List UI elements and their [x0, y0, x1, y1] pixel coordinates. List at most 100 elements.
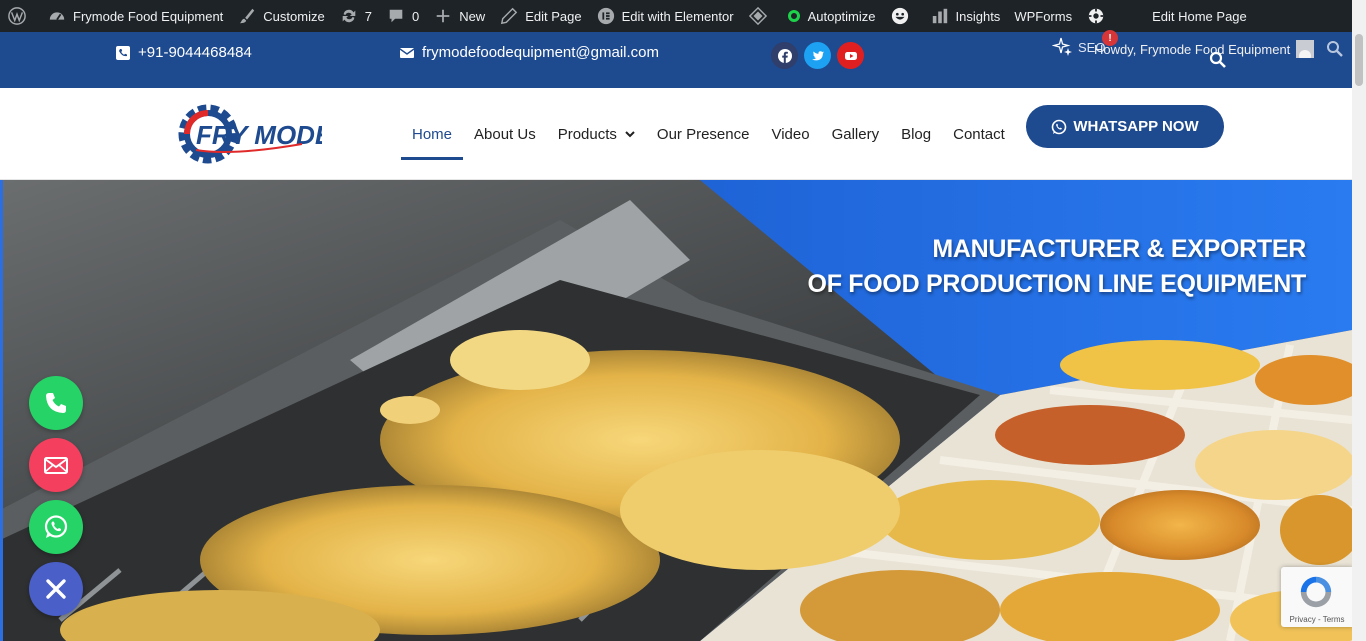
autoptimize-menu[interactable]: Autoptimize	[781, 0, 883, 32]
insights-menu[interactable]: Insights	[923, 0, 1008, 32]
hero-banner: MANUFACTURER & EXPORTER OF FOOD PRODUCTI…	[0, 180, 1352, 641]
contact-strip: +91-9044468484 frymodefoodequipment@gmai…	[0, 32, 1352, 88]
nav-blog[interactable]: Blog	[890, 88, 942, 180]
updates-icon	[339, 6, 359, 26]
hero-heading: MANUFACTURER & EXPORTER OF FOOD PRODUCTI…	[807, 232, 1307, 302]
nav-blog-label: Blog	[901, 125, 932, 143]
nav-video[interactable]: Video	[760, 88, 820, 180]
recaptcha-links[interactable]: Privacy - Terms	[1281, 615, 1353, 624]
wp-logo-menu[interactable]	[0, 0, 40, 32]
logo-text: FRY MODE	[196, 120, 322, 150]
youtube-link[interactable]	[837, 42, 864, 69]
whatsapp-now-button[interactable]: WHATSAPP NOW	[1026, 105, 1224, 148]
comments-menu[interactable]: 0	[379, 0, 426, 32]
wpforms-label: WPForms	[1014, 8, 1073, 24]
elementor-label: Edit with Elementor	[621, 8, 734, 24]
edit-page-label: Edit Page	[525, 8, 582, 24]
gear-icon	[1086, 6, 1106, 26]
account-menu[interactable]: Howdy, Frymode Food Equipment	[1094, 40, 1315, 58]
email-contact[interactable]: frymodefoodequipment@gmail.com	[400, 44, 659, 61]
edit-page-menu[interactable]: Edit Page	[492, 0, 588, 32]
frymode-logo[interactable]: FRY MODE	[172, 98, 322, 170]
nav-presence-label: Our Presence	[656, 125, 750, 143]
nav-gallery-label: Gallery	[831, 125, 880, 143]
nav-products[interactable]: Products	[547, 88, 646, 180]
comment-icon	[386, 6, 406, 26]
page-scrollbar[interactable]	[1352, 32, 1366, 641]
sparkle-icon	[1052, 37, 1072, 56]
site-header: FRY MODE Home About Us Products Our Pres…	[0, 88, 1352, 180]
hero-line-1: MANUFACTURER & EXPORTER	[932, 235, 1306, 263]
new-label: New	[459, 8, 486, 24]
email-address: frymodefoodequipment@gmail.com	[422, 44, 660, 61]
admin-search-icon[interactable]	[1326, 40, 1344, 58]
edit-home-label: Edit Home Page	[1152, 8, 1247, 24]
scrollbar-top	[1352, 0, 1366, 32]
site-name-label: Frymode Food Equipment	[73, 8, 224, 24]
facebook-link[interactable]	[771, 42, 798, 69]
wordpress-icon	[7, 6, 27, 26]
whatsapp-chat-button[interactable]	[29, 500, 83, 554]
phone-contact[interactable]: +91-9044468484	[116, 44, 252, 61]
customize-menu[interactable]: Customize	[230, 0, 331, 32]
facebook-icon	[777, 48, 792, 63]
twitter-link[interactable]	[804, 42, 831, 69]
nav-about-label: About Us	[474, 125, 536, 143]
nav-home[interactable]: Home	[401, 88, 464, 180]
status-dot-icon	[787, 10, 800, 22]
edit-home-menu[interactable]: Edit Home Page	[1145, 0, 1254, 32]
smiley-menu[interactable]	[883, 0, 923, 32]
diamond-icon	[748, 6, 768, 26]
phone-number: +91-9044468484	[138, 44, 252, 61]
smiley-icon	[890, 6, 910, 26]
close-icon	[46, 579, 66, 599]
whatsapp-now-label: WHATSAPP NOW	[1073, 118, 1199, 135]
updates-count: 7	[364, 8, 372, 24]
nav-contact[interactable]: Contact	[942, 88, 1016, 180]
gear-menu[interactable]	[1079, 0, 1119, 32]
insights-label: Insights	[955, 8, 1001, 24]
whatsapp-icon	[44, 515, 68, 538]
envelope-icon	[400, 47, 414, 58]
scrollbar-thumb[interactable]	[1355, 34, 1363, 86]
site-name-menu[interactable]: Frymode Food Equipment	[40, 0, 230, 32]
nav-our-presence[interactable]: Our Presence	[646, 88, 761, 180]
bar-chart-icon	[930, 6, 950, 26]
pencil-icon	[499, 6, 519, 26]
recaptcha-icon	[1300, 576, 1332, 608]
whatsapp-icon	[1052, 119, 1067, 134]
nav-video-label: Video	[771, 125, 810, 143]
elementor-icon	[596, 6, 616, 26]
hero-line-2: OF FOOD PRODUCTION LINE EQUIPMENT	[807, 270, 1307, 298]
plus-icon	[433, 6, 453, 26]
nav-gallery[interactable]: Gallery	[821, 88, 891, 180]
avatar	[1296, 40, 1315, 58]
email-button[interactable]	[29, 438, 83, 492]
twitter-icon	[811, 50, 824, 60]
new-content-menu[interactable]: New	[426, 0, 492, 32]
diamond-menu[interactable]	[741, 0, 781, 32]
main-navigation: Home About Us Products Our Presence Vide…	[401, 88, 1016, 180]
wpforms-menu[interactable]: WPForms	[1007, 0, 1079, 32]
brush-icon	[237, 6, 257, 26]
elementor-menu[interactable]: Edit with Elementor	[589, 0, 741, 32]
wp-admin-bar: Frymode Food Equipment Customize 7 0 New…	[0, 0, 1366, 32]
phone-icon	[46, 393, 66, 413]
seo-notification-badge: !	[1102, 30, 1118, 46]
nav-about-us[interactable]: About Us	[463, 88, 547, 180]
phone-square-icon	[116, 45, 130, 60]
mail-icon	[44, 457, 68, 474]
comments-count: 0	[411, 8, 420, 24]
dashboard-icon	[47, 6, 67, 26]
nav-contact-label: Contact	[953, 125, 1005, 143]
autoptimize-label: Autoptimize	[807, 8, 876, 24]
call-button[interactable]	[29, 376, 83, 430]
customize-label: Customize	[263, 8, 325, 24]
updates-menu[interactable]: 7	[332, 0, 379, 32]
chevron-down-icon	[625, 131, 635, 138]
search-icon[interactable]	[1209, 51, 1227, 69]
close-widget-button[interactable]	[29, 562, 83, 616]
nav-products-label: Products	[557, 125, 617, 143]
recaptcha-badge[interactable]: Privacy - Terms	[1281, 567, 1353, 627]
howdy-label: Howdy, Frymode Food Equipment	[1094, 41, 1291, 57]
